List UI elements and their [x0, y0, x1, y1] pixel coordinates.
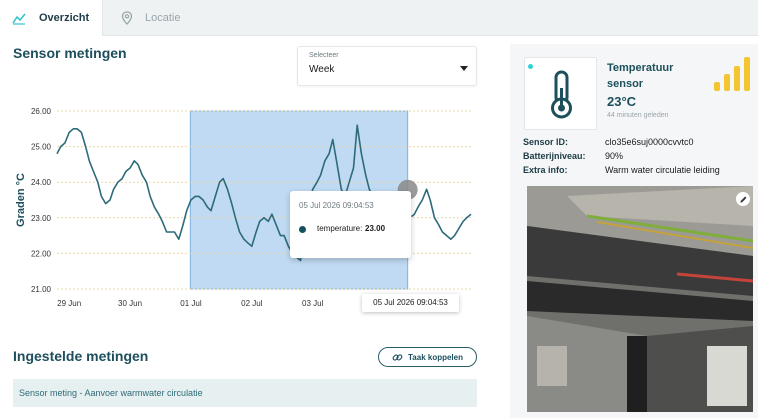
tooltip-series-value: 23.00 — [365, 224, 386, 233]
x-tick-label: 03 Jul — [302, 299, 324, 308]
sensor-location-photo — [527, 186, 753, 412]
x-tick-label: 29 Jun — [57, 299, 81, 308]
edit-photo-button[interactable] — [736, 192, 750, 206]
x-tick-label: 01 Jul — [180, 299, 202, 308]
taak-koppelen-label: Taak koppelen — [408, 352, 463, 362]
thermometer-icon — [551, 70, 572, 119]
period-select[interactable]: Selecteer Week — [297, 46, 477, 86]
tab-overzicht[interactable]: Overzicht — [0, 0, 103, 36]
tooltip-title: 05 Jul 2026 09:04:53 — [299, 201, 374, 210]
chart-line-icon — [11, 10, 27, 26]
period-select-value: Week — [309, 64, 335, 75]
link-icon — [392, 352, 403, 363]
page-title: Sensor metingen — [13, 45, 127, 61]
sensor-id-value: clo35e6suj0000cvvtc0 — [605, 137, 694, 147]
period-select-label: Selecteer — [309, 52, 339, 59]
x-tick-label: 02 Jul — [241, 299, 263, 308]
sensor-name: Temperatuur sensor — [607, 62, 674, 90]
y-tick-label: 21.00 — [31, 285, 52, 294]
status-dot — [528, 64, 533, 69]
tab-bar: Overzicht Locatie — [0, 0, 758, 36]
list-item[interactable]: Sensor meting - Aanvoer warmwater circul… — [13, 379, 477, 407]
x-tick-label: 30 Jun — [118, 299, 142, 308]
tab-overzicht-label: Overzicht — [39, 12, 90, 24]
caret-down-icon — [460, 66, 468, 71]
tooltip-series-label: temperature: — [317, 224, 363, 233]
battery-key: Batterijniveau: — [523, 151, 586, 161]
y-tick-label: 25.00 — [31, 143, 52, 152]
y-tick-label: 22.00 — [31, 249, 52, 258]
extra-info-key: Extra info: — [523, 165, 568, 175]
crosshair-x-label: 05 Jul 2026 09:04:53 — [362, 294, 459, 312]
y-tick-label: 26.00 — [31, 107, 52, 116]
sensor-id-key: Sensor ID: — [523, 137, 569, 147]
extra-info-value: Warm water circulatie leiding — [605, 165, 720, 175]
y-axis-label: Graden °C — [15, 173, 27, 227]
sensor-last-updated: 44 minuten geleden — [607, 112, 669, 119]
location-pin-icon — [119, 10, 135, 26]
sensor-temperature: 23°C — [607, 94, 637, 109]
sensor-icon-card — [524, 57, 597, 130]
signal-strength-icon — [714, 57, 750, 91]
tooltip-series-marker — [299, 226, 306, 233]
battery-value: 90% — [605, 151, 624, 161]
tab-locatie-label: Locatie — [145, 12, 181, 24]
taak-koppelen-button[interactable]: Taak koppelen — [378, 347, 477, 367]
section-title-ingestelde-metingen: Ingestelde metingen — [13, 348, 149, 364]
chart-tooltip: 05 Jul 2026 09:04:53 temperature: 23.00 — [290, 191, 411, 258]
tab-locatie[interactable]: Locatie — [104, 0, 204, 36]
pencil-icon — [739, 196, 746, 203]
temperature-chart[interactable]: 21.00 22.00 23.00 24.00 25.00 26.00 29 Jun 30 J… — [0, 95, 490, 325]
y-tick-label: 24.00 — [31, 178, 52, 187]
y-tick-label: 23.00 — [31, 214, 52, 223]
